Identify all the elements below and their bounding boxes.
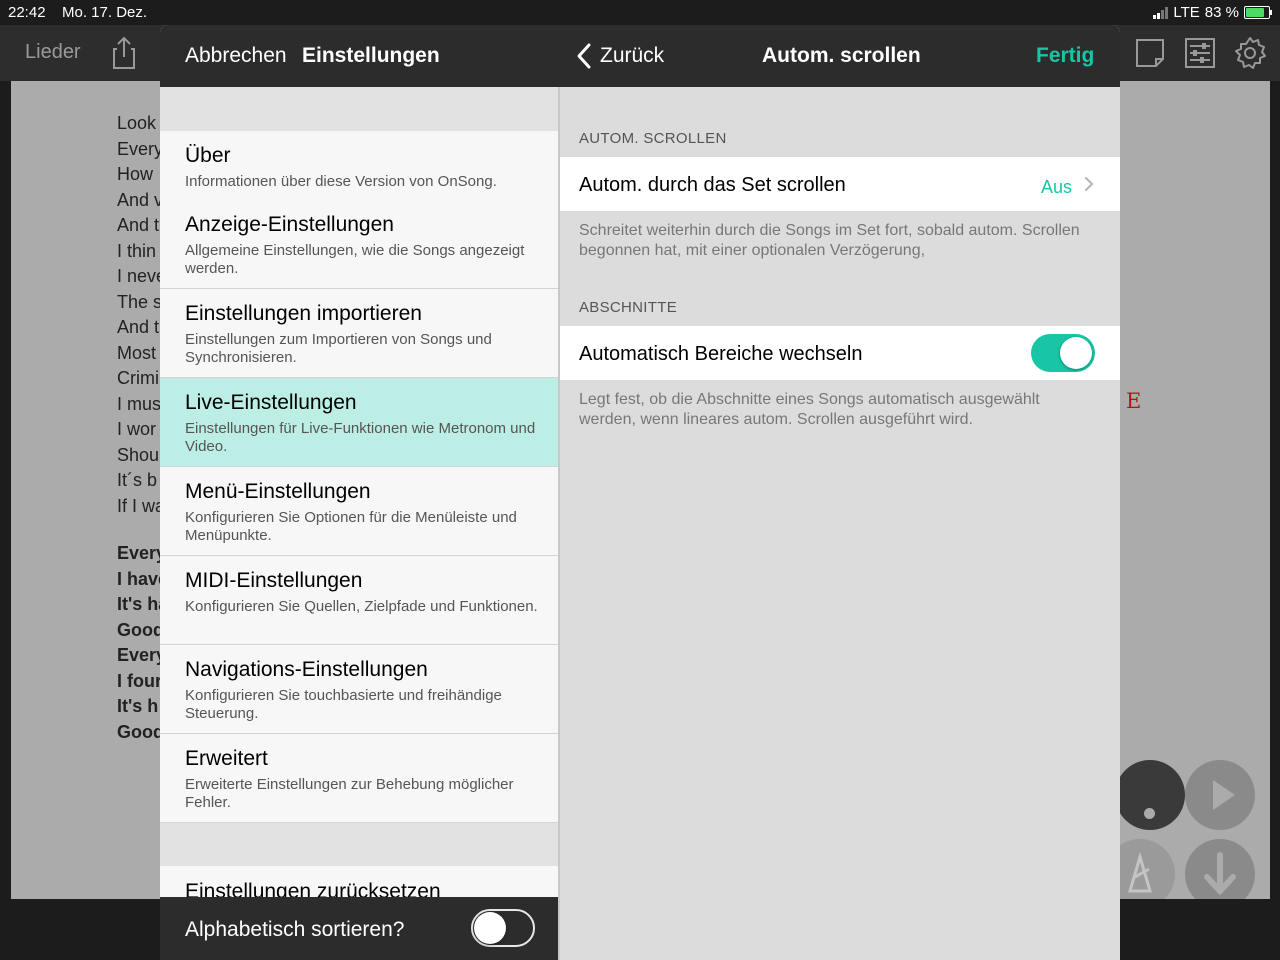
done-button[interactable]: Fertig: [1036, 44, 1094, 68]
auto-scroll-detail: AUTOM. SCROLLEN Autom. durch das Set scr…: [560, 87, 1120, 960]
menu-item-title: Einstellungen importieren: [185, 302, 422, 325]
gear-icon[interactable]: [1232, 35, 1268, 71]
lyric-line: If I wa: [117, 495, 166, 516]
lyric-line: Look: [117, 113, 157, 133]
auto-sections-cell: Automatisch Bereiche wechseln: [560, 326, 1120, 380]
section-header-sections: ABSCHNITTE: [579, 299, 678, 316]
lyric-line: Crimi: [117, 368, 159, 388]
lyric-line: The s: [117, 291, 163, 312]
chevron-right-icon: [1085, 177, 1094, 191]
auto-sections-footer: Legt fest, ob die Abschnitte eines Songs…: [579, 391, 1040, 428]
sort-bar: Alphabetisch sortieren?: [160, 897, 558, 960]
lyric-line: And v: [117, 189, 164, 210]
menu-item-about[interactable]: Über Informationen über diese Version von…: [160, 131, 558, 201]
lyric-line: I neve: [117, 266, 167, 286]
lyric-line: How: [117, 164, 154, 184]
lyric-line: Every: [117, 138, 164, 159]
back-button[interactable]: Zurück: [600, 44, 664, 68]
lyric-line: I mus: [117, 393, 162, 414]
set-scroll-label: Autom. durch das Set scrollen: [579, 174, 846, 196]
chevron-left-icon[interactable]: [574, 42, 594, 70]
status-bar: 22:42 Mo. 17. Dez. LTE 83 %: [0, 0, 1280, 25]
sliders-icon[interactable]: [1182, 35, 1218, 71]
menu-item-midi[interactable]: MIDI-Einstellungen Konfigurieren Sie Quel…: [160, 556, 558, 645]
menu-item-title: Navigations-Einstellungen: [185, 658, 428, 681]
set-scroll-cell[interactable]: Autom. durch das Set scrollen Aus: [560, 157, 1120, 211]
note-icon[interactable]: [1132, 35, 1168, 71]
status-time: 22:42: [8, 4, 46, 21]
sort-toggle[interactable]: [471, 909, 535, 947]
battery-icon: [1244, 6, 1272, 19]
auto-sections-toggle[interactable]: [1031, 334, 1095, 372]
settings-modal: Abbrechen Einstellungen Zurück Autom. sc…: [160, 25, 1120, 960]
status-date: Mo. 17. Dez.: [62, 4, 148, 21]
menu-item-import[interactable]: Einstellungen importieren Einstellungen z…: [160, 289, 558, 378]
menu-item-title: MIDI-Einstellungen: [185, 569, 363, 592]
menu-item-description: Allgemeine Einstellungen, wie die Songs …: [185, 242, 525, 277]
menu-item-title: Erweitert: [185, 747, 268, 770]
chord-label: E: [1126, 389, 1142, 413]
menu-item-title: Anzeige-Einstellungen: [185, 213, 394, 236]
lyric-line: It´s b: [117, 470, 158, 490]
songs-tab[interactable]: Lieder: [25, 41, 81, 64]
menu-item-display[interactable]: Anzeige-Einstellungen Allgemeine Einstell…: [160, 200, 558, 289]
song-lyrics: Look Every How And v And t I thin I neve The s A…: [117, 111, 166, 519]
section-header-autoscroll: AUTOM. SCROLLEN: [579, 130, 727, 147]
menu-item-menu[interactable]: Menü-Einstellungen Konfigurieren Sie Opti…: [160, 467, 558, 556]
lyric-line: Most: [117, 342, 157, 363]
settings-navbar: Abbrechen Einstellungen Zurück Autom. sc…: [160, 25, 1120, 87]
lyric-line: And t: [117, 215, 160, 235]
menu-item-description: Konfigurieren Sie Quellen, Zielpfade und…: [185, 598, 538, 615]
menu-item-description: Konfigurieren Sie touchbasierte und frei…: [185, 687, 502, 722]
settings-title: Einstellungen: [302, 44, 440, 67]
menu-item-description: Einstellungen zum Importieren von Songs …: [185, 331, 492, 366]
battery-percent: 83 %: [1204, 4, 1239, 21]
sort-label: Alphabetisch sortieren?: [185, 918, 405, 941]
menu-item-title: Über: [185, 144, 231, 167]
set-scroll-footer: Schreitet weiterhin durch die Songs im S…: [579, 222, 1080, 259]
lyric-line: I wor: [117, 419, 157, 439]
menu-item-title: Live-Einstellungen: [185, 391, 357, 414]
menu-item-description: Einstellungen für Live-Funktionen wie Me…: [185, 420, 536, 455]
lyric-line: I thin: [117, 240, 157, 261]
set-scroll-value: Aus: [1041, 177, 1073, 197]
menu-item-description: Konfigurieren Sie Optionen für die Menül…: [185, 509, 517, 544]
menu-item-description: Erweiterte Einstellungen zur Behebung mö…: [185, 776, 514, 811]
share-icon[interactable]: [106, 35, 142, 71]
menu-item-advanced[interactable]: Erweitert Erweiterte Einstellungen zur Be…: [160, 734, 558, 823]
signal-icon: [1153, 6, 1169, 19]
auto-sections-label: Automatisch Bereiche wechseln: [579, 343, 863, 365]
down-arrow-icon[interactable]: [1185, 839, 1255, 899]
lyric-line: Shou: [117, 444, 160, 465]
record-icon[interactable]: [1115, 760, 1185, 830]
menu-item-title: Menü-Einstellungen: [185, 480, 371, 503]
detail-title: Autom. scrollen: [762, 44, 921, 67]
network-type: LTE: [1173, 4, 1200, 21]
menu-item-navigation[interactable]: Navigations-Einstellungen Konfigurieren S…: [160, 645, 558, 734]
lyric-line: And t: [117, 317, 160, 337]
settings-menu: Über Informationen über diese Version von…: [160, 87, 558, 960]
play-icon[interactable]: [1185, 760, 1255, 830]
menu-item-live[interactable]: Live-Einstellungen Einstellungen für Live…: [160, 378, 558, 467]
cancel-button[interactable]: Abbrechen: [185, 44, 287, 68]
menu-item-description: Informationen über diese Version von OnS…: [185, 173, 497, 190]
